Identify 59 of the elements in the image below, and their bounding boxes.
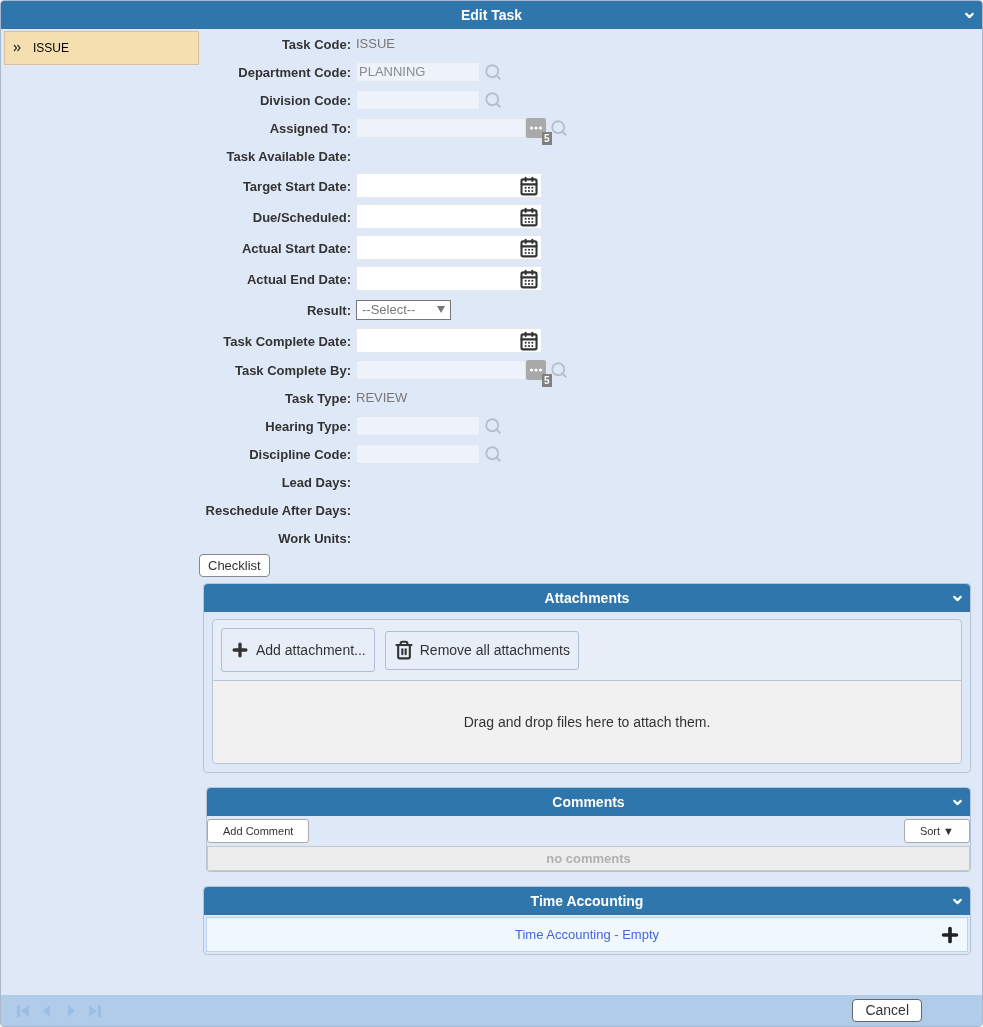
field-label: Assigned To: xyxy=(269,121,351,136)
calendar-icon[interactable] xyxy=(519,175,539,196)
picker-field[interactable] xyxy=(356,118,526,138)
field-label: Reschedule After Days: xyxy=(205,503,351,518)
date-field[interactable] xyxy=(356,266,542,291)
sidebar-item-label: ISSUE xyxy=(33,40,69,57)
picker-field[interactable] xyxy=(356,360,526,380)
plus-icon xyxy=(230,640,250,660)
field-label: Target Start Date: xyxy=(242,178,351,194)
date-field[interactable] xyxy=(356,173,542,198)
calendar-icon[interactable] xyxy=(519,237,539,258)
field-label: Due/Scheduled: xyxy=(252,209,351,225)
sort-button[interactable]: Sort ▼ xyxy=(903,819,970,843)
section-title: Comments xyxy=(552,792,625,812)
remove-attachments-button[interactable]: Remove all attachments xyxy=(384,630,579,670)
section-title: Edit Task xyxy=(460,5,523,25)
field-label: Task Complete Date: xyxy=(223,333,351,349)
calendar-icon[interactable] xyxy=(519,206,539,227)
field-label: Task Complete By: xyxy=(234,363,351,378)
field-label: Task Available Date: xyxy=(226,149,351,164)
result-select[interactable]: --Select-- xyxy=(356,299,451,320)
calendar-icon[interactable] xyxy=(519,330,539,351)
drop-zone[interactable]: Drag and drop files here to attach them. xyxy=(213,680,961,763)
field-label: Task Code: xyxy=(281,37,351,52)
date-field[interactable] xyxy=(356,328,542,353)
field-label: Actual End Date: xyxy=(247,271,351,287)
date-field[interactable] xyxy=(356,235,542,260)
time-accounting-empty: Time Accounting - Empty xyxy=(515,925,659,944)
count-badge: 5 xyxy=(542,132,552,145)
more-icon[interactable] xyxy=(526,360,546,380)
double-chevron-icon xyxy=(13,44,21,52)
field-label: Lead Days: xyxy=(281,475,351,490)
calendar-icon[interactable] xyxy=(519,268,539,289)
dropdown-arrow-icon xyxy=(437,306,445,313)
cancel-button[interactable]: Cancel xyxy=(852,999,922,1022)
field-value: ISSUE xyxy=(356,35,395,54)
search-icon[interactable] xyxy=(550,361,568,379)
checklist-button[interactable]: Checklist xyxy=(199,554,270,577)
field-label: Department Code: xyxy=(238,65,351,80)
more-icon[interactable] xyxy=(526,118,546,138)
field-label: Division Code: xyxy=(260,93,351,108)
trash-icon xyxy=(393,640,414,660)
field-label: Work Units: xyxy=(278,531,351,546)
count-badge: 5 xyxy=(542,374,552,387)
field-label: Result: xyxy=(306,302,351,318)
search-icon[interactable] xyxy=(550,119,568,137)
section-title: Attachments xyxy=(544,588,630,608)
field-label: Discipline Code: xyxy=(249,447,351,462)
field-label: Task Type: xyxy=(285,391,351,406)
field-value: REVIEW xyxy=(356,389,408,408)
section-title: Time Accounting xyxy=(530,891,644,911)
sidebar-item[interactable]: ISSUE xyxy=(4,31,199,65)
add-attachment-button[interactable]: Add attachment... xyxy=(221,628,375,672)
drop-hint: Drag and drop files here to attach them. xyxy=(463,712,711,732)
date-field[interactable] xyxy=(356,204,542,229)
add-comment-button[interactable]: Add Comment xyxy=(207,819,310,843)
field-label: Hearing Type: xyxy=(265,419,351,434)
empty-comments: no comments xyxy=(546,849,631,868)
field-label: Actual Start Date: xyxy=(241,240,351,256)
